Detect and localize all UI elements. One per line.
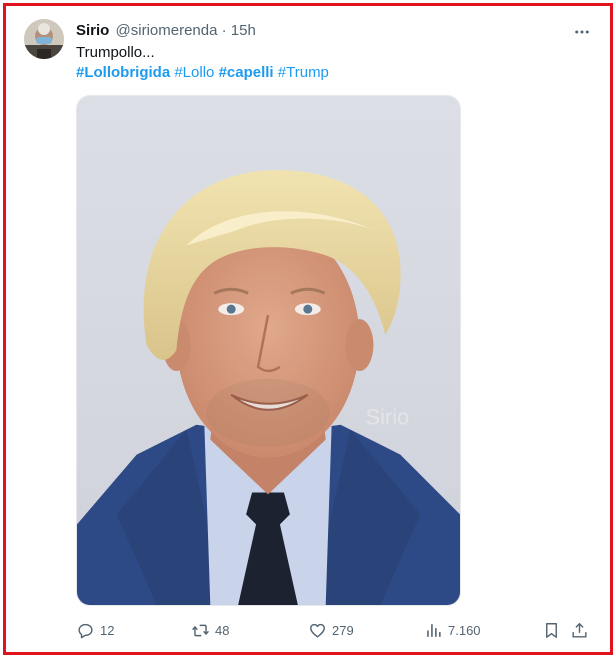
views-chart-icon: [427, 623, 441, 637]
media-watermark: Sirio: [365, 405, 409, 430]
bookmark-icon: [546, 622, 557, 638]
tweet-media-image[interactable]: Sirio: [76, 95, 461, 606]
retweet-icon: [192, 624, 209, 636]
reply-button[interactable]: 12: [76, 618, 114, 642]
hashtag-lollo[interactable]: #Lollo: [174, 64, 214, 81]
like-count: 279: [332, 622, 354, 638]
reply-icon: [78, 623, 93, 638]
tweet-header: Sirio @siriomerenda · 15h: [76, 21, 256, 41]
portrait-photo: Sirio: [77, 96, 460, 605]
more-horizontal-icon: [575, 30, 589, 34]
tweet-timestamp[interactable]: 15h: [231, 22, 256, 39]
hashtag-lollobrigida[interactable]: #Lollobrigida: [76, 64, 170, 81]
hashtag-capelli[interactable]: #capelli: [219, 64, 274, 81]
retweet-button[interactable]: 48: [191, 618, 229, 642]
share-icon: [572, 622, 587, 638]
reply-count: 12: [100, 622, 115, 638]
tweet-actions-bar: 12 48 279 7.160: [76, 618, 594, 642]
author-handle[interactable]: @siriomerenda: [116, 22, 218, 39]
views-button[interactable]: 7.160: [424, 618, 481, 642]
avatar[interactable]: [24, 19, 64, 59]
bookmark-button[interactable]: [542, 618, 561, 642]
retweet-count: 48: [215, 622, 230, 638]
hashtag-line: #Lollobrigida #Lollo #capelli #Trump: [76, 63, 329, 83]
separator-dot: ·: [221, 22, 227, 39]
more-options-button[interactable]: [570, 20, 594, 44]
hashtag-trump[interactable]: #Trump: [278, 64, 329, 81]
tweet-text: Trumpollo...: [76, 44, 155, 61]
avatar-image: [24, 19, 64, 59]
share-button[interactable]: [570, 618, 589, 642]
heart-icon: [310, 623, 325, 638]
views-count: 7.160: [448, 622, 481, 638]
author-name[interactable]: Sirio: [76, 22, 109, 39]
like-button[interactable]: 279: [308, 618, 354, 642]
